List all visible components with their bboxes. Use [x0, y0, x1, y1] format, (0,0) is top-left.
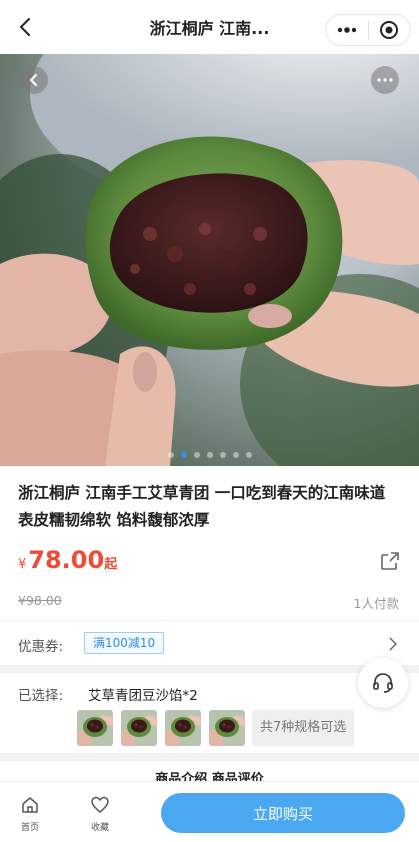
product-info-card: 浙江桐庐 江南手工艾草青团 一口吃到春天的江南味道 表皮糯韧绵软 馅料馥郁浓厚 …: [0, 466, 419, 620]
product-photo: [0, 54, 419, 466]
carousel-dot: [193, 452, 200, 458]
chevron-right-icon: [389, 636, 398, 655]
spec-thumbnail[interactable]: [77, 710, 113, 746]
carousel-dot: [219, 452, 226, 458]
spec-thumbnails: [77, 710, 245, 746]
product-image-carousel[interactable]: [0, 54, 419, 466]
selected-label: 已选择:: [18, 688, 64, 704]
spec-thumbnail[interactable]: [121, 710, 157, 746]
coupon-label: 优惠券:: [18, 639, 64, 655]
home-icon: [20, 797, 40, 819]
heart-icon: [90, 796, 110, 819]
more-circle-icon[interactable]: [371, 66, 399, 94]
headset-icon[interactable]: [358, 658, 408, 708]
carousel-dot: [167, 452, 174, 458]
coupon-row[interactable]: 优惠券: 满100减10: [0, 621, 419, 665]
price-suffix: 起: [104, 557, 118, 572]
coupon-tag[interactable]: 满100减10: [84, 632, 165, 654]
carousel-dot: [206, 452, 213, 458]
target-circle-icon[interactable]: [368, 15, 410, 45]
back-circle-icon[interactable]: [20, 66, 48, 94]
currency-symbol: ¥: [18, 557, 27, 572]
selected-spec-row[interactable]: 已选择: 艾草青团豆沙馅*2 共7种规格可选: [0, 673, 419, 753]
carousel-dot: [180, 452, 187, 458]
top-nav-bar: 浙江桐庐 江南...: [0, 0, 419, 54]
product-price: ¥ 78.00 起: [18, 546, 117, 574]
more-dots-icon[interactable]: [326, 15, 368, 45]
mini-program-capsule: [325, 14, 411, 46]
page-title: 浙江桐庐 江南...: [149, 19, 270, 38]
back-arrow-icon[interactable]: [10, 12, 40, 42]
price-value: 78.00: [28, 546, 105, 574]
more-specs-button[interactable]: 共7种规格可选: [252, 710, 355, 746]
carousel-dot: [245, 452, 252, 458]
paid-count: 1人付款: [353, 596, 399, 611]
carousel-indicator: [0, 452, 419, 458]
home-tab[interactable]: 首页: [10, 795, 50, 833]
favorite-tab[interactable]: 收藏: [80, 795, 120, 833]
home-tab-label: 首页: [20, 823, 39, 833]
selected-value: 艾草青团豆沙馅*2: [88, 688, 198, 704]
carousel-dot: [232, 452, 239, 458]
original-price: ¥98.00: [18, 593, 62, 608]
share-icon[interactable]: [379, 550, 401, 572]
buy-now-button[interactable]: 立即购买: [161, 793, 405, 833]
spec-thumbnail[interactable]: [209, 710, 245, 746]
product-title: 浙江桐庐 江南手工艾草青团 一口吃到春天的江南味道 表皮糯韧绵软 馅料馥郁浓厚: [18, 484, 386, 529]
favorite-tab-label: 收藏: [90, 823, 109, 833]
bottom-action-bar: 首页 收藏 立即购买: [0, 781, 419, 842]
spec-thumbnail[interactable]: [165, 710, 201, 746]
detail-tabs-text: 商品介绍 商品评价: [155, 772, 264, 781]
detail-tabs-strip: 商品介绍 商品评价: [0, 761, 419, 781]
